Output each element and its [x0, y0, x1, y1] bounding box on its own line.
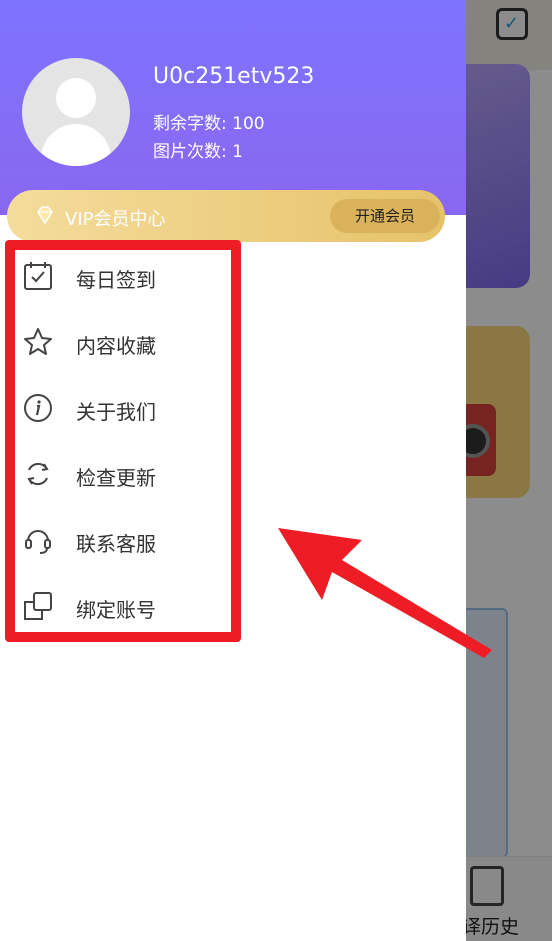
open-membership-button[interactable]: 开通会员: [330, 199, 440, 233]
vip-center-bar[interactable]: VIP会员中心 开通会员: [7, 190, 445, 242]
default-avatar-icon: [56, 78, 96, 118]
username: U0c251etv523: [153, 64, 315, 89]
diamond-icon: [37, 206, 53, 225]
avatar[interactable]: [22, 58, 130, 166]
avatar-body: [41, 124, 111, 166]
image-count-text: 图片次数: 1: [153, 142, 243, 162]
words-left-text: 剩余字数: 100: [153, 114, 265, 134]
highlight-box-annotation: [5, 240, 241, 642]
annotation-arrow: [278, 528, 492, 658]
vip-center-label: VIP会员中心: [65, 209, 166, 230]
drawer-header: U0c251etv523 剩余字数: 100 图片次数: 1: [0, 0, 466, 215]
